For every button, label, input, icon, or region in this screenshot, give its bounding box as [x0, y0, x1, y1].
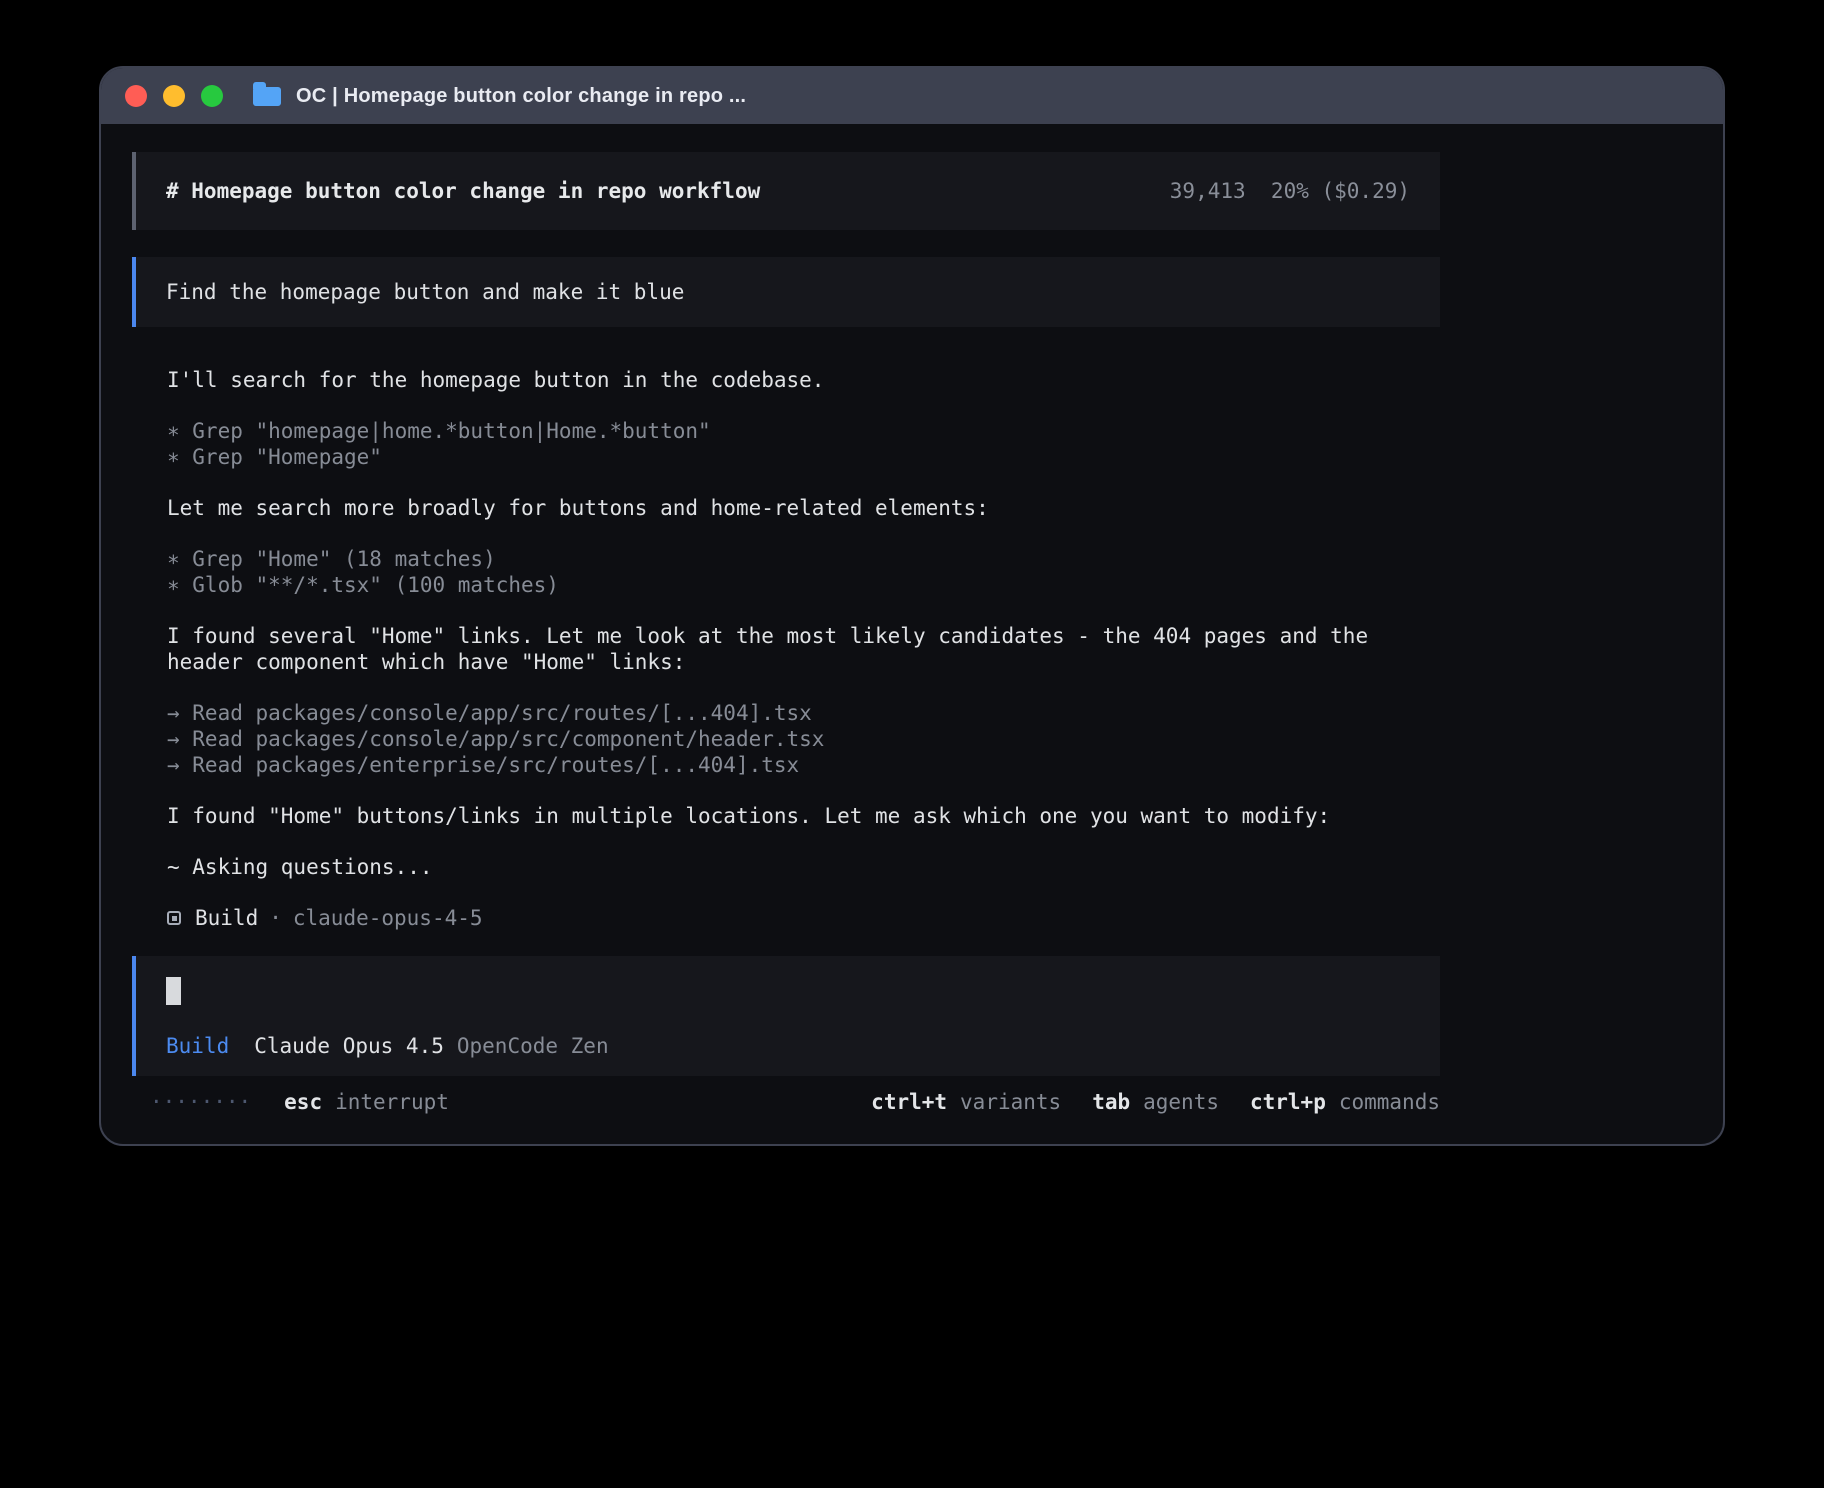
shortcut-key: tab — [1092, 1090, 1130, 1114]
minimize-button[interactable] — [163, 85, 185, 107]
shortcut-commands: ctrl+p commands — [1250, 1090, 1440, 1114]
grep-tool-call: ∗ Grep "Homepage" — [167, 444, 1443, 470]
shortcut-key: ctrl+p — [1250, 1090, 1326, 1114]
session-header: # Homepage button color change in repo w… — [132, 152, 1440, 230]
assistant-text: I found "Home" buttons/links in multiple… — [167, 803, 1443, 829]
zoom-button[interactable] — [201, 85, 223, 107]
agent-model: claude-opus-4-5 — [293, 905, 483, 931]
model-indicator: Claude Opus 4.5 — [254, 1034, 444, 1058]
assistant-text: Let me search more broadly for buttons a… — [167, 495, 1443, 521]
interrupt-label: interrupt — [335, 1090, 449, 1114]
tool-call-group: ∗ Grep "Home" (18 matches) ∗ Glob "**/*.… — [167, 546, 1443, 598]
shortcut-label: agents — [1143, 1090, 1219, 1114]
terminal-window: OC | Homepage button color change in rep… — [99, 66, 1725, 1146]
shortcut-hints: ctrl+t variants tab agents ctrl+p comman… — [840, 1090, 1440, 1114]
assistant-text: I'll search for the homepage button in t… — [167, 367, 1443, 393]
input-meta-row: Build Claude Opus 4.5 OpenCode Zen — [166, 1034, 1410, 1058]
folder-icon — [253, 87, 281, 106]
grep-tool-call: ∗ Grep "homepage|home.*button|Home.*butt… — [167, 418, 1443, 444]
tool-call-group: → Read packages/console/app/src/routes/[… — [167, 700, 1443, 778]
progress-dots: ········ — [150, 1090, 251, 1114]
shortcut-label: variants — [960, 1090, 1061, 1114]
agent-name: Build — [195, 905, 258, 931]
close-button[interactable] — [125, 85, 147, 107]
agent-separator: · — [269, 905, 282, 931]
shortcut-key: ctrl+t — [871, 1090, 947, 1114]
user-message: Find the homepage button and make it blu… — [132, 257, 1440, 327]
session-stats: 39,413 20% ($0.29) — [1170, 179, 1410, 203]
asking-status: ~ Asking questions... — [167, 854, 1443, 880]
mode-indicator: Build — [166, 1034, 229, 1058]
user-message-text: Find the homepage button and make it blu… — [166, 280, 684, 304]
shortcut-variants: ctrl+t variants — [871, 1090, 1061, 1114]
agent-status-row: Build · claude-opus-4-5 — [167, 905, 1443, 931]
grep-tool-call: ∗ Grep "Home" (18 matches) — [167, 546, 1443, 572]
prompt-input[interactable]: Build Claude Opus 4.5 OpenCode Zen — [132, 956, 1440, 1076]
tool-call-group: ∗ Grep "homepage|home.*button|Home.*butt… — [167, 418, 1443, 470]
read-tool-call: → Read packages/console/app/src/routes/[… — [167, 700, 1443, 726]
shortcut-label: commands — [1339, 1090, 1440, 1114]
title-bar: OC | Homepage button color change in rep… — [101, 68, 1723, 124]
assistant-text: I found several "Home" links. Let me loo… — [167, 623, 1443, 675]
agent-icon — [167, 911, 181, 925]
text-cursor[interactable] — [166, 977, 181, 1005]
assistant-transcript: I'll search for the homepage button in t… — [167, 367, 1443, 931]
glob-tool-call: ∗ Glob "**/*.tsx" (100 matches) — [167, 572, 1443, 598]
provider-indicator: OpenCode Zen — [457, 1034, 609, 1058]
window-title: OC | Homepage button color change in rep… — [296, 85, 746, 108]
session-title: # Homepage button color change in repo w… — [166, 179, 760, 203]
terminal-content: # Homepage button color change in repo w… — [101, 124, 1723, 1114]
shortcut-agents: tab agents — [1092, 1090, 1219, 1114]
esc-key-hint: esc — [284, 1090, 322, 1114]
status-bar: ········ esc interrupt ctrl+t variants t… — [150, 1090, 1440, 1114]
read-tool-call: → Read packages/enterprise/src/routes/[.… — [167, 752, 1443, 778]
read-tool-call: → Read packages/console/app/src/componen… — [167, 726, 1443, 752]
